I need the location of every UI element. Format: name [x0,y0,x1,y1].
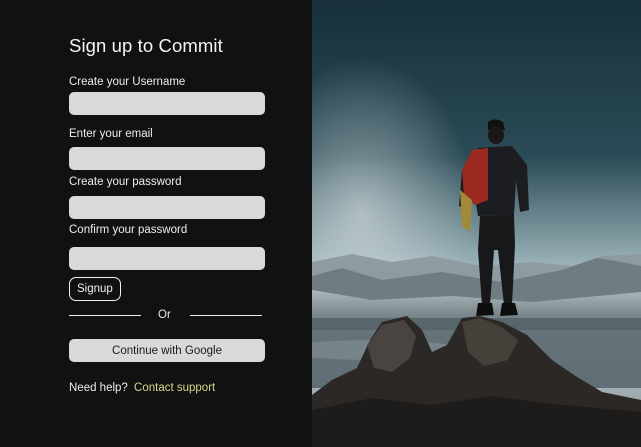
page-title: Sign up to Commit [69,35,223,56]
divider-or-text: Or [158,309,171,321]
confirm-password-input[interactable] [69,247,265,270]
password-label: Create your password [69,176,182,188]
signup-button[interactable]: Signup [69,277,121,301]
hero-photo [312,0,641,447]
divider-line-left [69,315,141,316]
confirm-password-label: Confirm your password [69,224,188,236]
contact-support-link[interactable]: Contact support [134,382,215,394]
username-input[interactable] [69,92,265,115]
signup-page: Sign up to Commit Create your Username E… [0,0,641,447]
password-input[interactable] [69,196,265,219]
signup-form-panel: Sign up to Commit Create your Username E… [0,0,312,447]
help-text: Need help? [69,382,128,394]
email-label: Enter your email [69,128,153,140]
help-row: Need help? Contact support [69,382,215,394]
continue-with-google-button[interactable]: Continue with Google [69,339,265,362]
email-input[interactable] [69,147,265,170]
hiker-on-mountain-photo-icon [312,0,641,447]
divider-line-right [190,315,262,316]
username-label: Create your Username [69,76,186,88]
